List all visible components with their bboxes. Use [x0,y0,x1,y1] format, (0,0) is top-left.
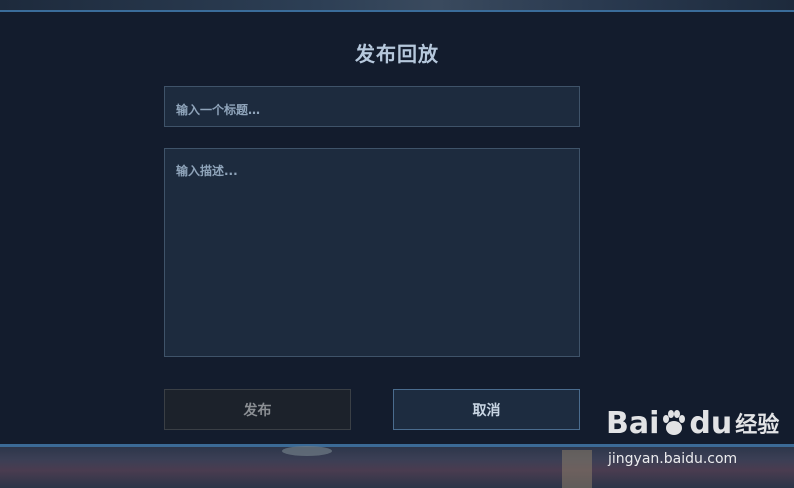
baidu-jingyan-watermark: Bai du 经验 jingyan.baidu.com [606,400,794,472]
watermark-logo: Bai du 经验 [606,400,779,446]
watermark-url: jingyan.baidu.com [608,451,738,467]
paw-icon [663,410,686,435]
watermark-logo-text: du [689,405,733,441]
title-input-placeholder: 输入一个标题… [176,103,261,117]
description-input-placeholder: 输入描述... [176,164,238,178]
background-top-strip [0,0,794,12]
watermark-logo-text: Bai [606,405,660,441]
description-input[interactable]: 输入描述... [164,148,580,357]
title-input[interactable]: 输入一个标题… [164,86,580,127]
dialog-title: 发布回放 [355,42,439,66]
publish-replay-dialog: 发布回放 输入一个标题… 输入描述... 发布 取消 [0,14,794,444]
publish-button[interactable]: 发布 [164,389,351,430]
background-decoration [562,450,592,488]
watermark-logo-text: 经验 [735,413,780,438]
cancel-button[interactable]: 取消 [393,389,580,430]
background-decoration [282,446,332,456]
